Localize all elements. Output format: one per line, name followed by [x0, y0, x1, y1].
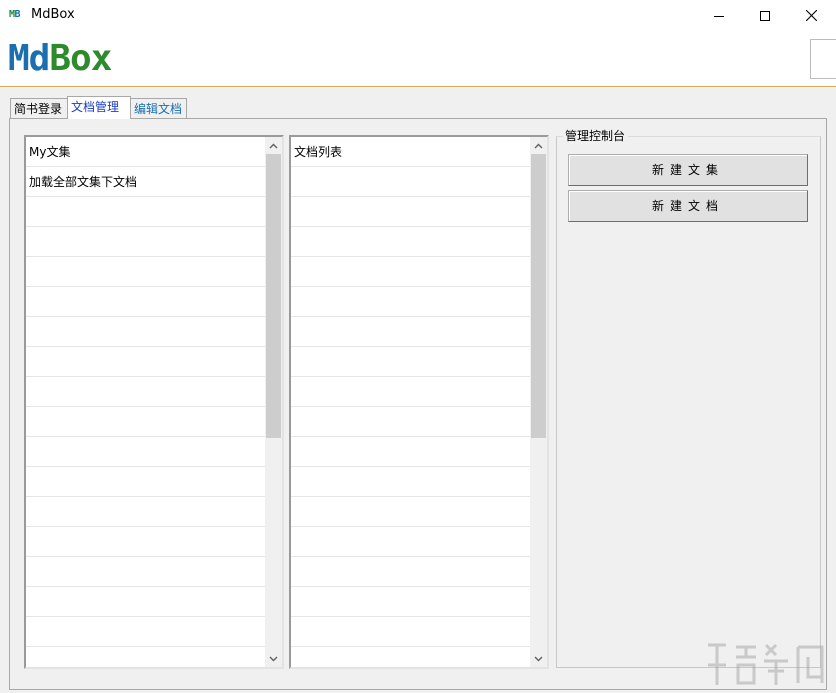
scroll-thumb[interactable] [266, 154, 281, 438]
vertical-scrollbar[interactable] [265, 137, 282, 667]
list-row-empty [291, 407, 547, 437]
list-row-empty [26, 527, 282, 557]
tab-edit-doc[interactable]: 编辑文档 [130, 98, 187, 119]
title-bar: MB MdBox [0, 0, 836, 31]
minimize-button[interactable] [696, 0, 742, 31]
vertical-scrollbar[interactable] [530, 137, 547, 667]
list-item[interactable]: 文档列表 [291, 137, 547, 167]
list-row-empty [291, 557, 547, 587]
list-row-empty [291, 197, 547, 227]
list-row-empty [291, 437, 547, 467]
header-side-box [810, 39, 836, 79]
list-row-empty [291, 347, 547, 377]
collection-list[interactable]: My文集 加载全部文集下文档 [24, 135, 284, 669]
list-row-empty [26, 227, 282, 257]
list-row-empty [26, 317, 282, 347]
list-row-empty [291, 587, 547, 617]
list-row-empty [26, 437, 282, 467]
list-row-empty [291, 377, 547, 407]
list-row-empty [26, 287, 282, 317]
scroll-up-arrow-icon[interactable] [265, 137, 282, 154]
list-row-empty [26, 347, 282, 377]
list-row-empty [26, 647, 282, 667]
main-area: 简书登录 文档管理 编辑文档 My文集 加载全部文集下文档 文档列表 管理控制台… [0, 88, 836, 693]
list-row-empty [26, 557, 282, 587]
tab-jianshu-login[interactable]: 简书登录 [10, 98, 68, 119]
list-row-empty [291, 467, 547, 497]
close-icon [805, 10, 817, 21]
close-button[interactable] [788, 0, 834, 31]
scroll-up-arrow-icon[interactable] [530, 137, 547, 154]
list-row-empty [26, 257, 282, 287]
new-document-button[interactable]: 新建文档 [568, 190, 808, 222]
scroll-down-arrow-icon[interactable] [265, 650, 282, 667]
list-row-empty [291, 167, 547, 197]
list-row-empty [26, 197, 282, 227]
list-row-empty [26, 617, 282, 647]
list-row-empty [26, 587, 282, 617]
list-row-empty [291, 527, 547, 557]
app-icon: MB [9, 9, 21, 20]
tab-doc-manage[interactable]: 文档管理 [67, 96, 131, 119]
list-row-empty [291, 287, 547, 317]
list-row-empty [26, 497, 282, 527]
list-row-empty [291, 317, 547, 347]
list-row-empty [291, 617, 547, 647]
document-list[interactable]: 文档列表 [289, 135, 549, 669]
window-title: MdBox [31, 7, 75, 22]
list-row-empty [291, 497, 547, 527]
maximize-button[interactable] [742, 0, 788, 31]
list-item[interactable]: My文集 [26, 137, 282, 167]
list-row-empty [26, 377, 282, 407]
new-collection-button[interactable]: 新建文集 [568, 154, 808, 186]
list-row-empty [291, 647, 547, 667]
list-row-empty [291, 227, 547, 257]
list-row-empty [26, 467, 282, 497]
app-header: MdBox [0, 31, 836, 87]
minimize-icon [714, 15, 724, 17]
list-item[interactable]: 加载全部文集下文档 [26, 167, 282, 197]
list-row-empty [26, 407, 282, 437]
app-logo: MdBox [8, 38, 112, 79]
list-row-empty [291, 257, 547, 287]
maximize-icon [760, 10, 770, 21]
control-panel-title: 管理控制台 [563, 128, 629, 144]
watermark-logo [708, 643, 824, 685]
scroll-thumb[interactable] [531, 154, 546, 438]
scroll-down-arrow-icon[interactable] [530, 650, 547, 667]
